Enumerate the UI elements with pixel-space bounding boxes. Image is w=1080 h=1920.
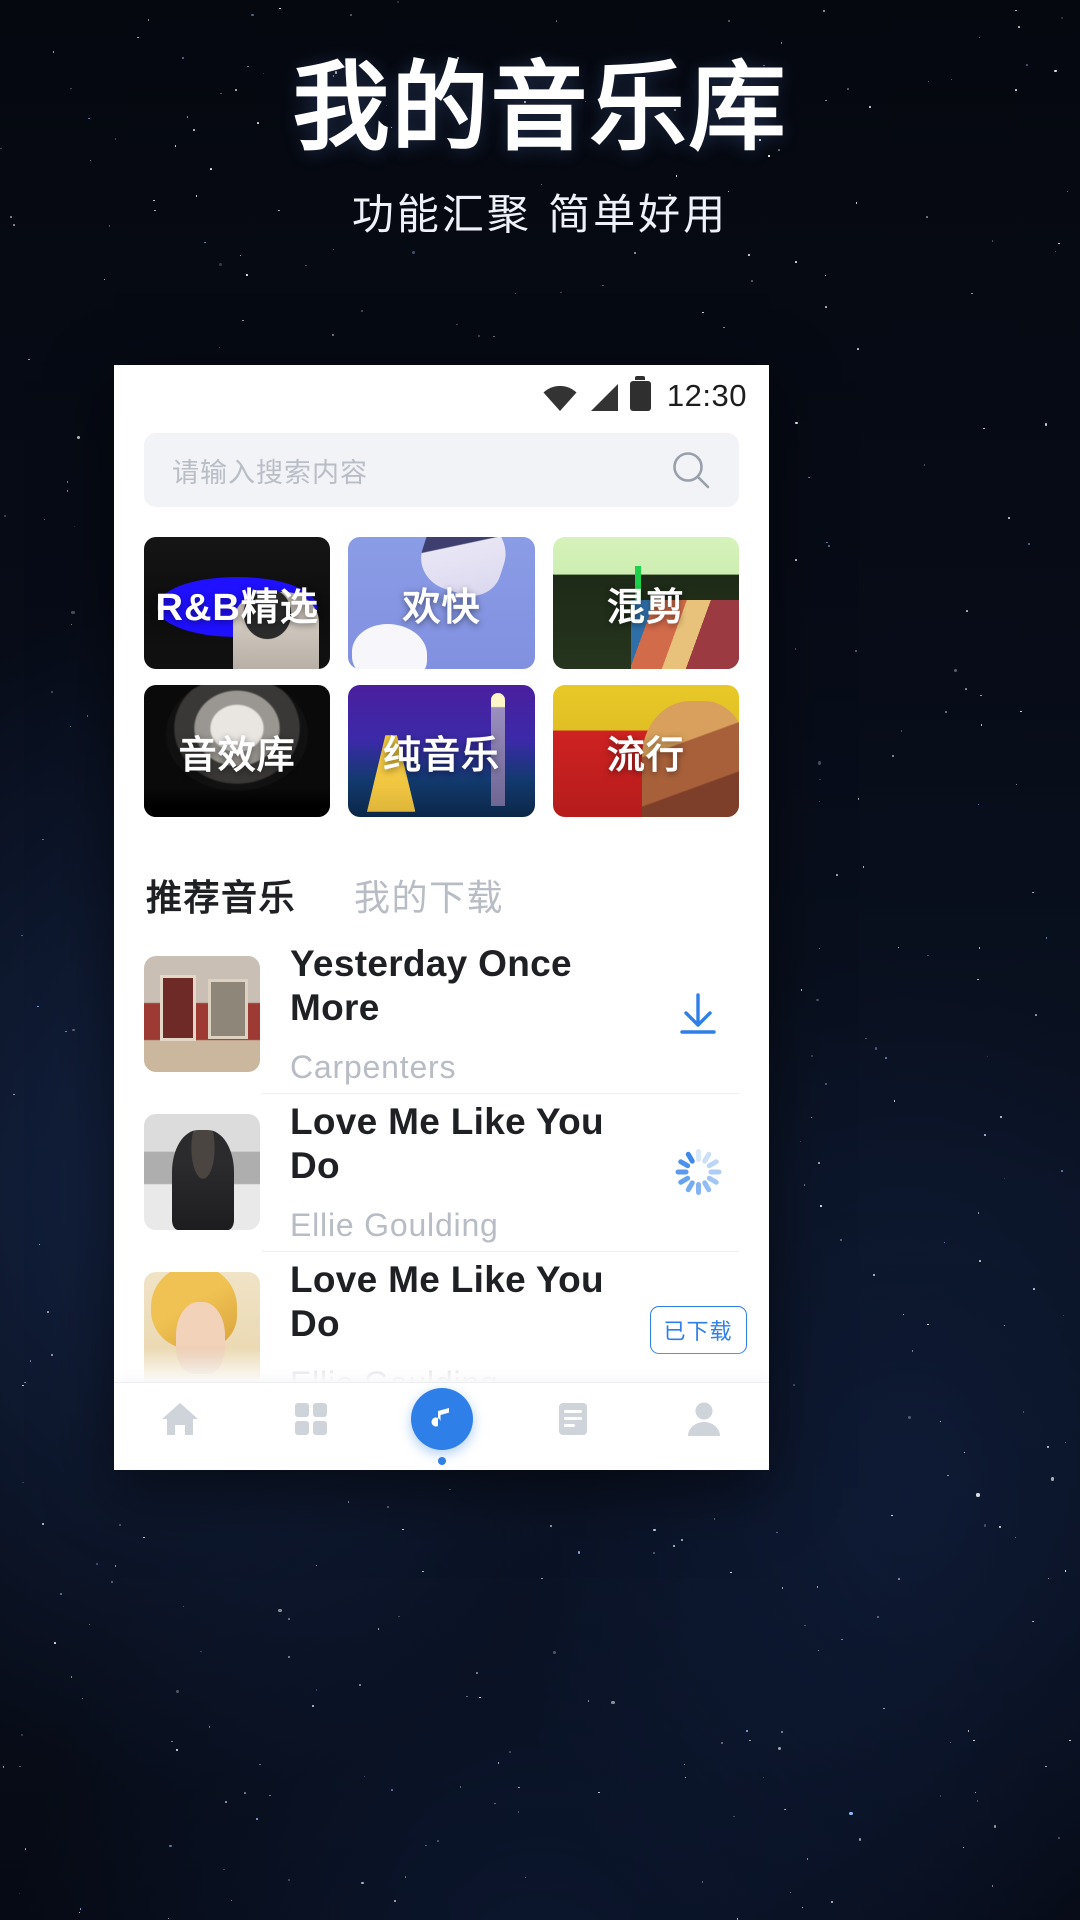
tab-my-downloads[interactable]: 我的下载 [354,869,504,921]
song-meta: Love Me Like You Do Ellie Goulding [290,1100,627,1245]
list-item[interactable]: Yesterday Once More Carpenters [144,935,739,1093]
nav-item-music[interactable] [376,1388,507,1465]
category-tiles: R&B精选 欢快 混剪 音效库 纯音乐 流行 [114,507,769,817]
list-item[interactable]: Love Me Like You Do Ellie Goulding [144,1093,739,1251]
song-title: Love Me Like You Do [290,1100,604,1186]
tile-mix[interactable]: 混剪 [552,537,739,669]
song-artist: Carpenters [290,1049,457,1086]
tile-label: R&B精选 [155,586,319,629]
song-title: Yesterday Once More [290,942,572,1028]
tile-happy[interactable]: 欢快 [348,537,535,669]
content-tabs: 推荐音乐 我的下载 [114,817,769,921]
loading-spinner-icon [675,1149,721,1195]
list-icon[interactable] [550,1396,596,1442]
tile-label: 流行 [606,734,685,777]
status-bar: 12:30 [114,365,769,427]
battery-icon [629,376,651,411]
list-fade-overlay [114,1348,769,1382]
song-action[interactable]: 已下载 [649,1306,747,1354]
status-time: 12:30 [666,378,747,413]
search-input[interactable]: 请输入搜索内容 [144,433,739,507]
music-fab[interactable] [410,1388,473,1450]
tile-label: 音效库 [178,734,296,777]
tile-sound-effects[interactable]: 音效库 [144,685,331,817]
nav-item-list[interactable] [507,1396,638,1457]
home-icon[interactable] [157,1396,203,1442]
tile-label: 纯音乐 [382,734,500,777]
song-action[interactable] [657,990,739,1038]
album-cover [144,956,260,1072]
person-icon[interactable] [681,1396,727,1442]
download-icon[interactable] [674,990,722,1038]
song-title: Love Me Like You Do [290,1258,604,1344]
search-icon[interactable] [669,448,713,492]
search-section: 请输入搜索内容 [114,427,769,507]
nav-item-categories[interactable] [245,1396,376,1457]
page-title: 我的音乐库 [292,53,788,162]
tile-instrumental[interactable]: 纯音乐 [348,685,535,817]
tile-rnb[interactable]: R&B精选 [144,537,331,669]
hero-section: 我的音乐库 功能汇聚 简单好用 [0,53,1080,242]
status-icons [543,376,651,411]
search-placeholder: 请输入搜索内容 [172,457,368,488]
phone-mockup: 12:30 请输入搜索内容 R&B精选 欢快 混剪 音效库 纯音乐 流行 推荐音… [114,365,769,1470]
nav-item-home[interactable] [114,1396,245,1457]
music-note-icon [431,1408,449,1427]
page-subtitle: 功能汇聚 简单好用 [351,189,729,239]
bottom-nav [114,1382,769,1470]
song-meta: Yesterday Once More Carpenters [290,942,627,1087]
nav-item-profile[interactable] [638,1396,769,1457]
signal-icon [590,384,618,411]
tile-label: 欢快 [402,586,481,629]
grid-icon[interactable] [288,1396,334,1442]
status-badge: 已下载 [649,1306,747,1354]
wifi-icon [543,386,577,411]
song-action[interactable] [657,1149,739,1195]
tile-label: 混剪 [606,586,685,629]
song-artist: Ellie Goulding [290,1207,499,1244]
album-cover [144,1114,260,1230]
tab-recommended[interactable]: 推荐音乐 [146,869,296,921]
nav-active-dot [437,1457,446,1465]
tile-pop[interactable]: 流行 [552,685,739,817]
